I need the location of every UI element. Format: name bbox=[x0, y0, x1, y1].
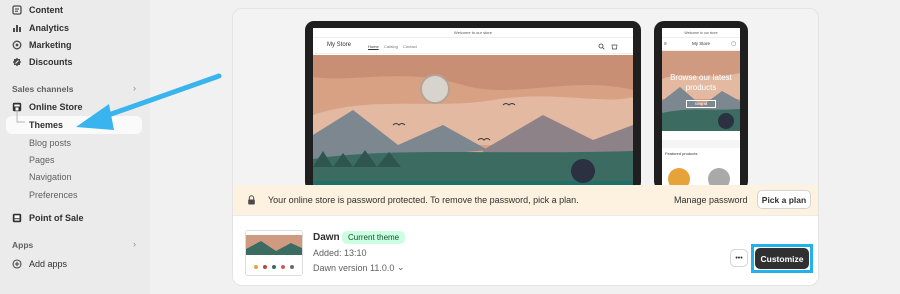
annotation-arrow-icon bbox=[76, 73, 222, 130]
